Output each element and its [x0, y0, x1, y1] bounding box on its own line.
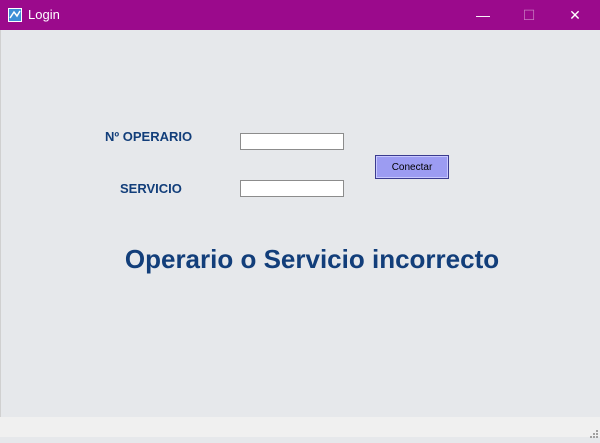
connect-button-label: Conectar: [391, 161, 433, 173]
status-bar: [0, 417, 600, 438]
maximize-icon: ☐: [522, 6, 536, 23]
title-bar[interactable]: Login — ☐ ✕: [0, 0, 600, 30]
window-title: Login: [28, 7, 60, 22]
close-icon: ✕: [569, 6, 581, 23]
resize-grip-icon[interactable]: [588, 425, 598, 438]
minimize-icon: —: [476, 7, 490, 23]
servicio-input[interactable]: [240, 180, 344, 197]
maximize-button[interactable]: ☐: [506, 0, 552, 30]
close-button[interactable]: ✕: [552, 0, 598, 30]
login-form-panel: [0, 30, 600, 417]
operario-label: Nº OPERARIO: [105, 129, 193, 144]
operario-input[interactable]: [240, 133, 344, 150]
connect-button[interactable]: Conectar: [375, 155, 449, 179]
minimize-button[interactable]: —: [460, 0, 506, 30]
servicio-label: SERVICIO: [120, 181, 182, 196]
app-icon: [8, 8, 22, 22]
error-message: Operario o Servicio incorrecto: [124, 244, 500, 274]
